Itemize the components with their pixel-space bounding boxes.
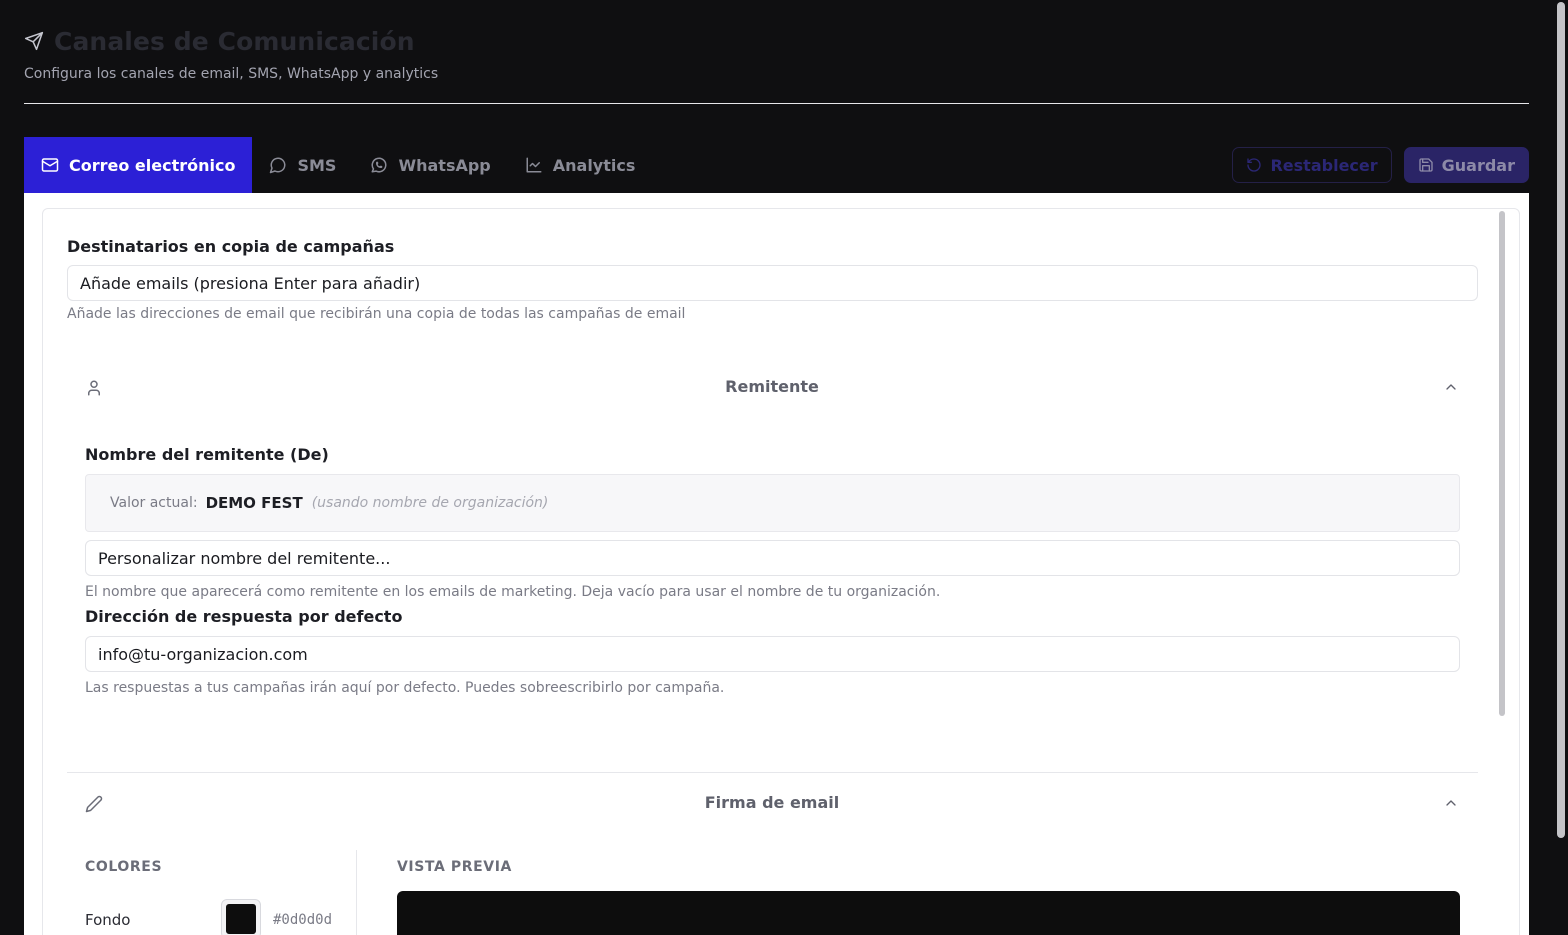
tab-analytics[interactable]: Analytics	[508, 137, 653, 193]
reset-button[interactable]: Restablecer	[1232, 147, 1392, 183]
email-settings-card: Destinatarios en copia de campañas Añade…	[42, 208, 1520, 935]
tab-sms-label: SMS	[297, 155, 337, 175]
tab-whatsapp-label: WhatsApp	[398, 155, 491, 175]
page-scrollbar-thumb[interactable]	[1557, 2, 1565, 838]
page-scrollbar[interactable]	[1556, 0, 1566, 935]
page-header: Canales de Comunicación Configura los ca…	[24, 24, 1529, 83]
colors-heading: COLORES	[85, 859, 163, 875]
tab-analytics-label: Analytics	[552, 155, 636, 175]
current-value-label: Valor actual:	[110, 495, 198, 511]
email-settings-panel: Destinatarios en copia de campañas Añade…	[24, 193, 1529, 935]
send-icon	[24, 31, 44, 51]
cc-recipients-help: Añade las direcciones de email que recib…	[67, 306, 686, 322]
header-divider	[24, 103, 1529, 104]
cc-recipients-label: Destinatarios en copia de campañas	[67, 237, 395, 256]
background-color-label: Fondo	[85, 911, 131, 929]
sender-section-title: Remitente	[725, 377, 819, 396]
tab-email-label: Correo electrónico	[69, 155, 236, 175]
reset-button-label: Restablecer	[1270, 155, 1378, 175]
sender-current-value: Valor actual: DEMO FEST (usando nombre d…	[85, 474, 1460, 532]
undo-icon	[1246, 157, 1262, 173]
background-color-swatch	[226, 904, 256, 934]
sender-name-input[interactable]: Personalizar nombre del remitente...	[85, 540, 1460, 576]
tab-sms[interactable]: SMS	[252, 137, 353, 193]
sender-name-label: Nombre del remitente (De)	[85, 445, 329, 464]
background-color-hex: #0d0d0d	[273, 912, 333, 928]
current-value-note: (usando nombre de organización)	[311, 495, 549, 511]
chart-line-icon	[525, 156, 543, 174]
sender-section-header[interactable]: Remitente	[67, 359, 1477, 415]
current-value: DEMO FEST	[205, 494, 303, 512]
signature-preview	[397, 891, 1460, 935]
sender-name-help: El nombre que aparecerá como remitente e…	[85, 584, 941, 600]
cc-recipients-input[interactable]: Añade emails (presiona Enter para añadir…	[67, 265, 1478, 301]
whatsapp-icon	[370, 156, 388, 174]
save-button[interactable]: Guardar	[1403, 147, 1529, 183]
save-icon	[1418, 157, 1434, 173]
background-color-picker[interactable]	[221, 899, 261, 935]
card-scrollbar[interactable]	[1498, 211, 1506, 935]
signature-section-header[interactable]: Firma de email	[67, 775, 1477, 831]
section-divider	[67, 772, 1478, 773]
tab-email[interactable]: Correo electrónico	[24, 137, 253, 193]
tab-whatsapp[interactable]: WhatsApp	[353, 137, 507, 193]
chevron-up-icon[interactable]	[1443, 795, 1459, 811]
column-divider	[356, 850, 357, 935]
chevron-up-icon[interactable]	[1443, 379, 1459, 395]
signature-section-title: Firma de email	[704, 793, 840, 812]
reply-to-label: Dirección de respuesta por defecto	[85, 607, 403, 626]
reply-to-help: Las respuestas a tus campañas irán aquí …	[85, 680, 725, 696]
page-subtitle: Configura los canales de email, SMS, Wha…	[24, 66, 439, 82]
channel-tabs: Correo electrónico SMS WhatsApp Analytic…	[24, 137, 652, 193]
header-actions: Restablecer Guardar	[1232, 147, 1529, 183]
mail-icon	[41, 156, 59, 174]
message-icon	[269, 156, 287, 174]
page-title: Canales de Comunicación	[54, 26, 415, 56]
card-scrollbar-thumb[interactable]	[1499, 211, 1505, 716]
preview-heading: VISTA PREVIA	[397, 859, 512, 875]
save-button-label: Guardar	[1441, 155, 1515, 175]
reply-to-input[interactable]: info@tu-organizacion.com	[85, 636, 1460, 672]
